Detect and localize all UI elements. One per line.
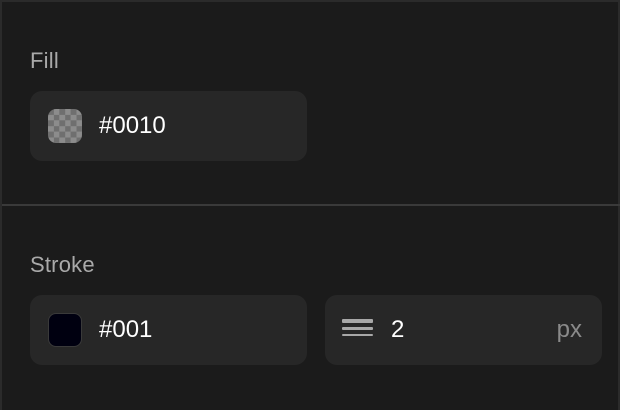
stroke-width-value[interactable]: 2: [391, 317, 404, 343]
stroke-width-unit: px: [556, 316, 582, 343]
stroke-width-icon: [342, 319, 373, 341]
stroke-color-value[interactable]: #001: [99, 317, 152, 343]
properties-panel: Fill #0010 Stroke #001 2 px: [0, 0, 620, 410]
stroke-section-title: Stroke: [30, 252, 95, 277]
fill-color-field[interactable]: #0010: [30, 91, 307, 161]
fill-swatch-icon[interactable]: [48, 109, 82, 143]
stroke-swatch-icon[interactable]: [48, 313, 82, 347]
section-divider: [2, 204, 620, 206]
stroke-width-field[interactable]: 2 px: [325, 295, 602, 365]
fill-color-value[interactable]: #0010: [99, 113, 166, 139]
fill-section-title: Fill: [30, 48, 59, 73]
stroke-color-field[interactable]: #001: [30, 295, 307, 365]
